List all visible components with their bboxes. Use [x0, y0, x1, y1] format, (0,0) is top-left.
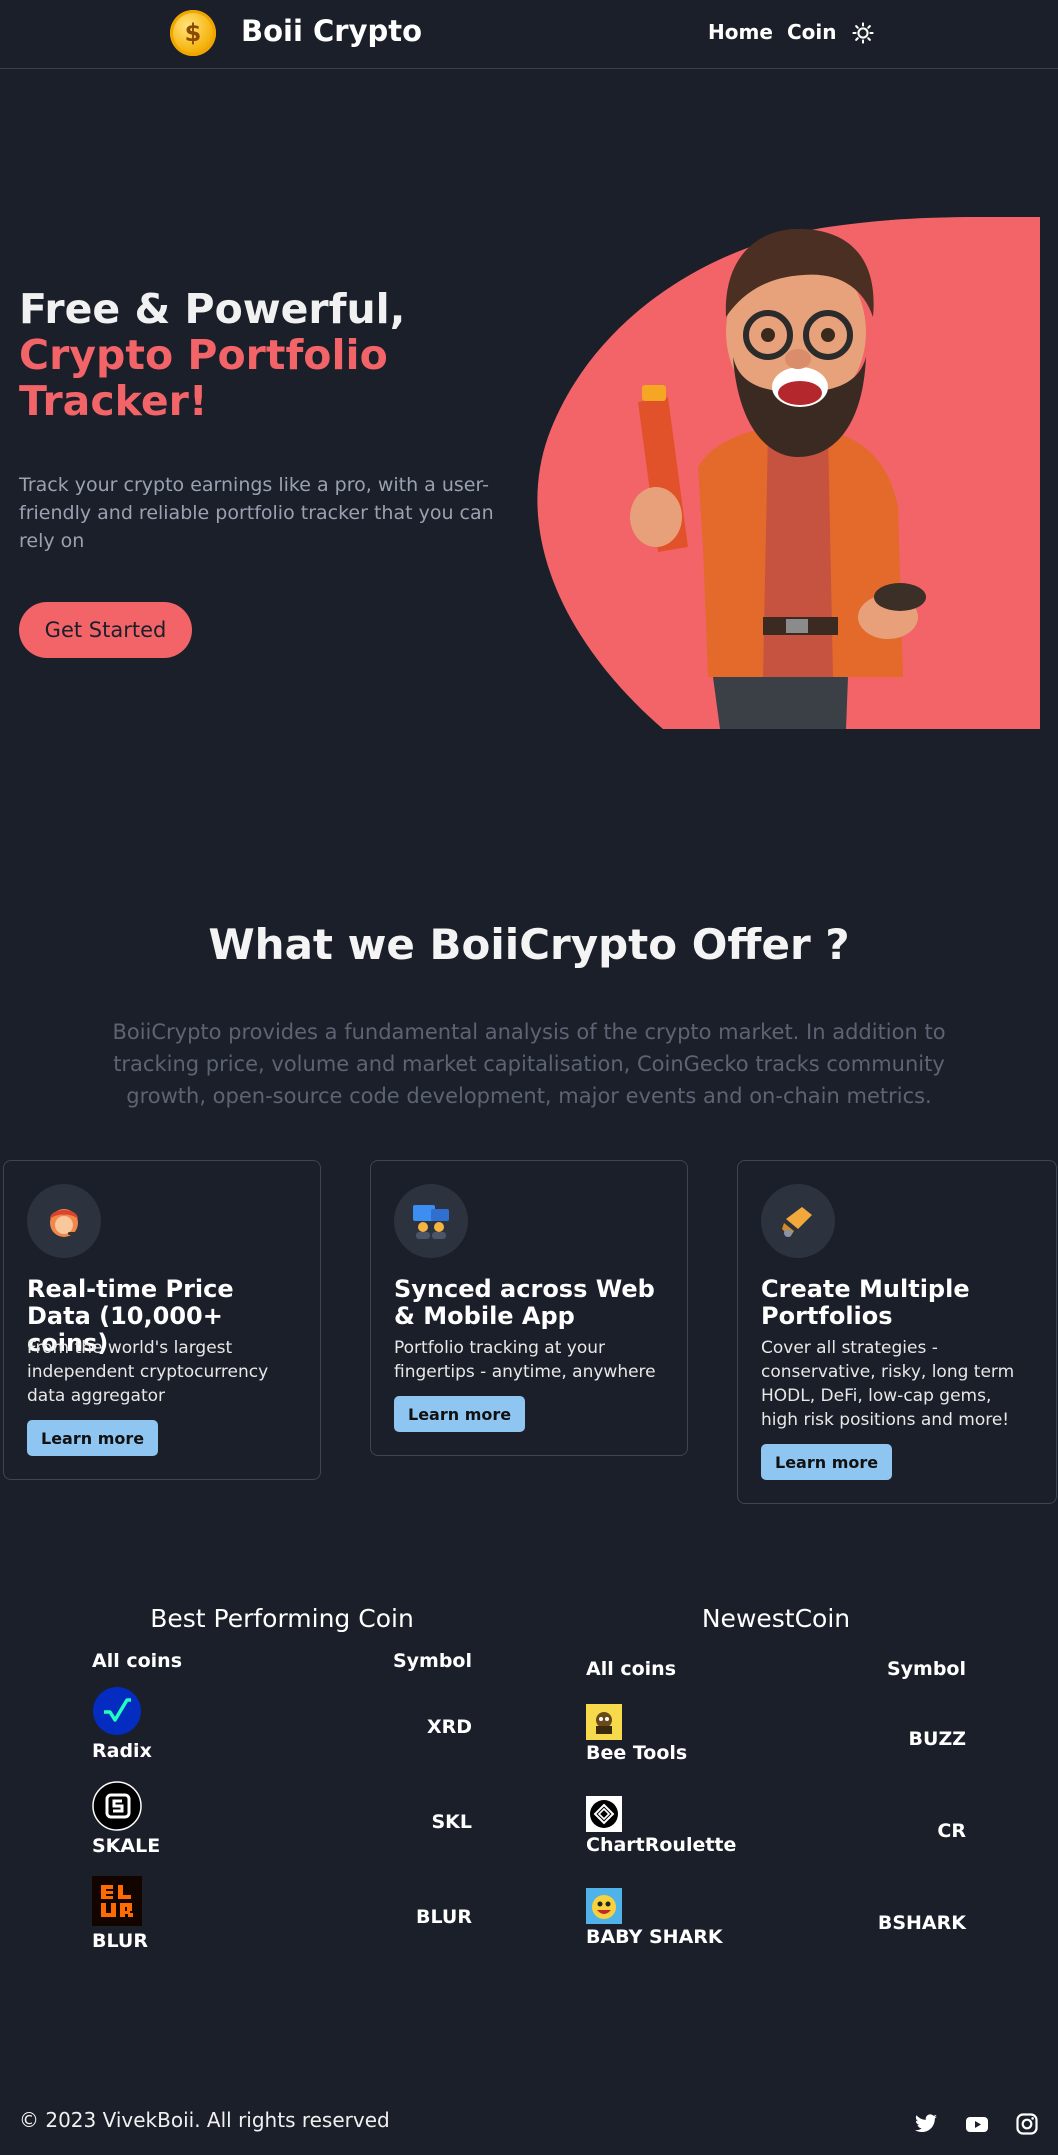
radix-logo-icon [93, 1687, 141, 1735]
coin-name: BABY SHARK [586, 1926, 723, 1948]
table-row[interactable]: Bee Tools BUZZ [586, 1704, 966, 1770]
feature-card: Synced across Web & Mobile App Portfolio… [370, 1160, 688, 1456]
learn-more-button[interactable]: Learn more [761, 1444, 893, 1480]
coin-symbol: BLUR [416, 1906, 472, 1928]
coin-symbol: XRD [426, 1716, 472, 1738]
offer-section-title: What we BoiiCrypto Offer ? [208, 920, 850, 969]
hero-title-line: Free & Powerful, [19, 285, 406, 333]
newest-coin-heading: NewestCoin [701, 1604, 851, 1633]
coin-name: ChartRoulette [586, 1834, 737, 1856]
coin-symbol: BSHARK [877, 1912, 966, 1934]
twitter-icon[interactable] [914, 2112, 938, 2136]
skale-logo-icon [92, 1781, 142, 1831]
all-coins-column-header: All coins [586, 1658, 677, 1680]
brand-title[interactable]: Boii Crypto [241, 14, 422, 48]
feature-card-title: Synced across Web & Mobile App [394, 1275, 655, 1330]
sun-icon[interactable] [852, 22, 874, 44]
coin-symbol: CR [937, 1820, 966, 1842]
baby-shark-logo-icon [586, 1888, 622, 1924]
coin-name: SKALE [92, 1835, 161, 1857]
get-started-button[interactable]: Get Started [19, 602, 192, 658]
table-row[interactable]: SKALE SKL [92, 1781, 472, 1861]
feature-card: Create Multiple Portfolios Cover all str… [737, 1160, 1057, 1504]
coin-name: Bee Tools [586, 1742, 688, 1764]
hero-title-accent: Crypto Portfolio Tracker! [19, 331, 388, 425]
hero-title: Free & Powerful, Crypto Portfolio Tracke… [19, 286, 499, 424]
nav-home-link[interactable]: Home [708, 20, 773, 44]
blur-logo-icon [92, 1876, 142, 1926]
learn-more-button[interactable]: Learn more [394, 1396, 526, 1432]
coin-symbol: BUZZ [908, 1728, 966, 1750]
handshake-icon [761, 1184, 835, 1258]
top-navbar [0, 0, 1058, 69]
table-row[interactable]: BABY SHARK BSHARK [586, 1888, 966, 1954]
hero-description: Track your crypto earnings like a pro, w… [19, 474, 494, 552]
all-coins-column-header: All coins [92, 1650, 183, 1672]
instagram-icon[interactable] [1015, 2112, 1039, 2136]
table-row[interactable]: ChartRoulette CR [586, 1796, 966, 1862]
hero-character-illustration [537, 217, 1040, 729]
youtube-icon[interactable] [965, 2112, 989, 2136]
feature-card-text: Cover all strategies - conservative, ris… [761, 1338, 1015, 1430]
coin-name: BLUR [92, 1930, 148, 1952]
feature-card-title: Create Multiple Portfolios [761, 1275, 970, 1330]
nav-coin-link[interactable]: Coin [787, 20, 837, 44]
coin-logo-icon[interactable]: $ [170, 10, 216, 56]
coin-name: Radix [92, 1740, 152, 1762]
learn-more-button[interactable]: Learn more [27, 1420, 159, 1456]
symbol-column-header: Symbol [392, 1650, 472, 1672]
symbol-column-header: Symbol [886, 1658, 966, 1680]
bee-tools-logo-icon [586, 1704, 622, 1740]
feature-card-text: Portfolio tracking at your fingertips - … [394, 1338, 656, 1382]
devices-team-icon [394, 1184, 468, 1258]
chartroulette-logo-icon [586, 1796, 622, 1832]
table-row[interactable]: Radix XRD [92, 1686, 472, 1766]
feature-card: Real-time Price Data (10,000+ coins) Fro… [3, 1160, 321, 1480]
table-row[interactable]: BLUR BLUR [92, 1876, 472, 1956]
coin-symbol: SKL [431, 1811, 472, 1833]
support-agent-icon [27, 1184, 101, 1258]
feature-card-text: From the world's largest independent cry… [27, 1338, 269, 1406]
offer-section-description: BoiiCrypto provides a fundamental analys… [112, 1020, 946, 1108]
best-coin-heading: Best Performing Coin [150, 1604, 414, 1633]
footer-copyright: © 2023 VivekBoii. All rights reserved [19, 2108, 390, 2132]
